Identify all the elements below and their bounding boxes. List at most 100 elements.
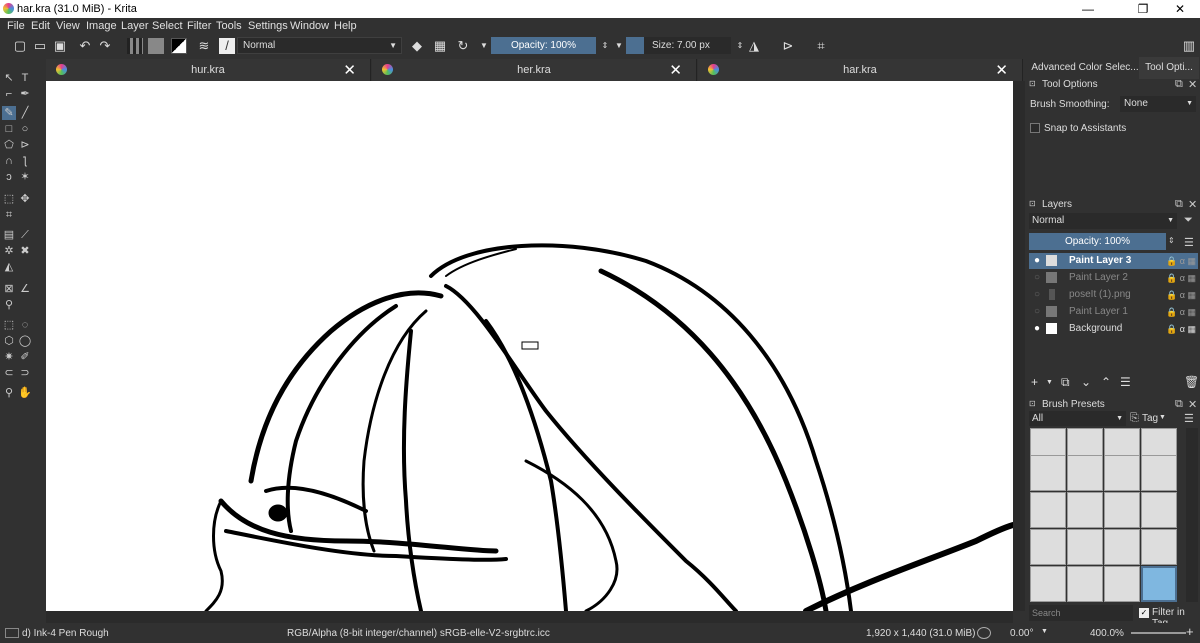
select-shapes-icon[interactable]: ↖: [2, 71, 16, 85]
preset-item[interactable]: [1067, 455, 1103, 491]
lock-icon[interactable]: ⊡: [1029, 79, 1036, 88]
layer-flags-icon[interactable]: 🔒 α ▦: [1166, 287, 1196, 303]
preset-item[interactable]: [1067, 492, 1103, 528]
rectangular-selection-icon[interactable]: ⬚: [2, 318, 16, 332]
crop-tool-icon[interactable]: ⌗: [2, 208, 16, 222]
delete-layer-icon[interactable]: 🗑: [1184, 375, 1199, 389]
assistant-tool-icon[interactable]: ⊠: [2, 282, 16, 296]
foreground-background-color-icon[interactable]: [171, 38, 187, 54]
preset-item[interactable]: [1030, 455, 1066, 491]
redo-icon[interactable]: ↷: [97, 38, 113, 54]
close-tab-button[interactable]: ✕: [669, 61, 682, 79]
tab-advanced-color-selector[interactable]: Advanced Color Selec...: [1030, 57, 1140, 79]
preset-item[interactable]: [1104, 566, 1140, 602]
preset-item[interactable]: [1104, 455, 1140, 491]
canvas-horizontal-scrollbar[interactable]: [46, 611, 1013, 623]
add-layer-icon[interactable]: +: [1031, 375, 1038, 389]
preset-search-input[interactable]: Search: [1029, 605, 1133, 621]
workspace-icon[interactable]: ▥: [1181, 38, 1197, 54]
menu-window[interactable]: Window: [290, 20, 329, 32]
magnetic-selection-icon[interactable]: ⊃: [18, 366, 32, 380]
menu-help[interactable]: Help: [334, 20, 357, 32]
move-layer-up-icon[interactable]: ⌃: [1101, 375, 1111, 389]
ellipse-tool-icon[interactable]: ○: [18, 122, 32, 136]
rotation-icon[interactable]: [977, 627, 991, 639]
layer-row[interactable]: ○ Paint Layer 2 🔒 α ▦: [1029, 270, 1198, 286]
polyline-tool-icon[interactable]: ⊳: [18, 138, 32, 152]
calligraphy-icon[interactable]: ✒: [18, 87, 32, 101]
color-picker-icon[interactable]: ⟋: [18, 228, 32, 242]
mirror-horizontal-icon[interactable]: ◮: [746, 38, 762, 54]
close-icon[interactable]: ✕: [1188, 198, 1197, 211]
bezier-tool-icon[interactable]: ∩: [2, 154, 16, 168]
close-tab-button[interactable]: ✕: [995, 61, 1008, 79]
brush-smoothing-select[interactable]: None ▼: [1120, 96, 1196, 112]
menu-view[interactable]: View: [56, 20, 80, 32]
lock-icon[interactable]: ⊡: [1029, 199, 1036, 208]
preset-item[interactable]: [1104, 492, 1140, 528]
line-tool-icon[interactable]: ╱: [18, 106, 32, 120]
crop-icon[interactable]: ⌗: [813, 38, 829, 54]
open-document-icon[interactable]: ▭: [32, 38, 48, 54]
chevron-down-icon[interactable]: ▼: [476, 38, 492, 54]
opacity-slider[interactable]: Opacity: 100%: [491, 37, 596, 54]
polygonal-selection-icon[interactable]: ⬡: [2, 334, 16, 348]
filter-in-tag-checkbox[interactable]: ✓: [1139, 608, 1149, 618]
minimize-button[interactable]: —: [1066, 0, 1110, 18]
snap-checkbox[interactable]: [1030, 123, 1040, 133]
blend-mode-select[interactable]: Normal ▼: [237, 37, 402, 54]
tab-hur[interactable]: hur.kra ✕: [46, 59, 371, 81]
zoom-tool-icon[interactable]: ⚲: [2, 386, 16, 400]
chevron-down-icon[interactable]: ▼: [1046, 379, 1053, 386]
preset-scrollbar[interactable]: [1186, 428, 1198, 602]
gradient-selector-icon[interactable]: [127, 38, 143, 54]
float-panel-icon[interactable]: ⧉: [1175, 398, 1183, 411]
menu-icon[interactable]: ☰: [1184, 236, 1194, 249]
layer-opacity-slider[interactable]: Opacity: 100%: [1029, 233, 1166, 250]
visibility-eye-icon[interactable]: ○: [1032, 304, 1042, 320]
colorize-mask-icon[interactable]: ✲: [2, 244, 16, 258]
layer-flags-icon[interactable]: 🔒 α ▦: [1166, 304, 1196, 320]
undo-icon[interactable]: ↶: [77, 38, 93, 54]
float-panel-icon[interactable]: ⧉: [1175, 198, 1183, 211]
lock-icon[interactable]: ⊡: [1029, 399, 1036, 408]
tab-her[interactable]: her.kra ✕: [372, 59, 697, 81]
move-layer-down-icon[interactable]: ⌄: [1081, 375, 1091, 389]
brush-size-slider[interactable]: Size: 7.00 px: [626, 37, 731, 54]
dynamic-brush-icon[interactable]: ↄ: [2, 170, 16, 184]
gradient-tool-icon[interactable]: ▤: [2, 228, 16, 242]
reference-images-icon[interactable]: ⚲: [2, 298, 16, 312]
layer-row[interactable]: ● Background 🔒 α ▦: [1029, 321, 1198, 337]
layer-row[interactable]: ● Paint Layer 3 🔒 α ▦: [1029, 253, 1198, 269]
layer-flags-icon[interactable]: 🔒 α ▦: [1166, 321, 1196, 337]
fill-tool-icon[interactable]: ◭: [2, 260, 16, 274]
freehand-brush-icon[interactable]: ✎: [2, 106, 16, 120]
new-document-icon[interactable]: ▢: [12, 38, 28, 54]
chevron-down-icon[interactable]: ▼: [611, 38, 627, 54]
visibility-eye-icon[interactable]: ○: [1032, 287, 1042, 303]
edit-shapes-icon[interactable]: ⌐: [2, 87, 16, 101]
freehand-path-icon[interactable]: ƪ: [18, 154, 32, 168]
tab-har[interactable]: har.kra ✕: [698, 59, 1023, 81]
menu-file[interactable]: File: [7, 20, 25, 32]
move-tool-icon[interactable]: ✥: [18, 192, 32, 206]
preset-item[interactable]: [1030, 492, 1066, 528]
canvas-vertical-scrollbar[interactable]: [1013, 81, 1025, 611]
freehand-selection-icon[interactable]: ◯: [18, 334, 32, 348]
rectangle-tool-icon[interactable]: □: [2, 122, 16, 136]
zoom-in-icon[interactable]: +: [1186, 624, 1194, 639]
menu-layer[interactable]: Layer: [121, 20, 149, 32]
layer-flags-icon[interactable]: 🔒 α ▦: [1166, 270, 1196, 286]
save-icon[interactable]: ▣: [52, 38, 68, 54]
duplicate-layer-icon[interactable]: ⧉: [1061, 375, 1070, 390]
pan-tool-icon[interactable]: ✋: [18, 386, 32, 400]
contiguous-selection-icon[interactable]: ✷: [2, 350, 16, 364]
menu-image[interactable]: Image: [86, 20, 117, 32]
multibrush-icon[interactable]: ✶: [18, 170, 32, 184]
menu-filter[interactable]: Filter: [187, 20, 211, 32]
menu-icon[interactable]: ☰: [1184, 412, 1194, 425]
chevron-down-icon[interactable]: ▼: [1159, 414, 1166, 421]
preset-item[interactable]: [1030, 529, 1066, 565]
preset-item[interactable]: [1141, 529, 1177, 565]
preset-item[interactable]: [1104, 529, 1140, 565]
